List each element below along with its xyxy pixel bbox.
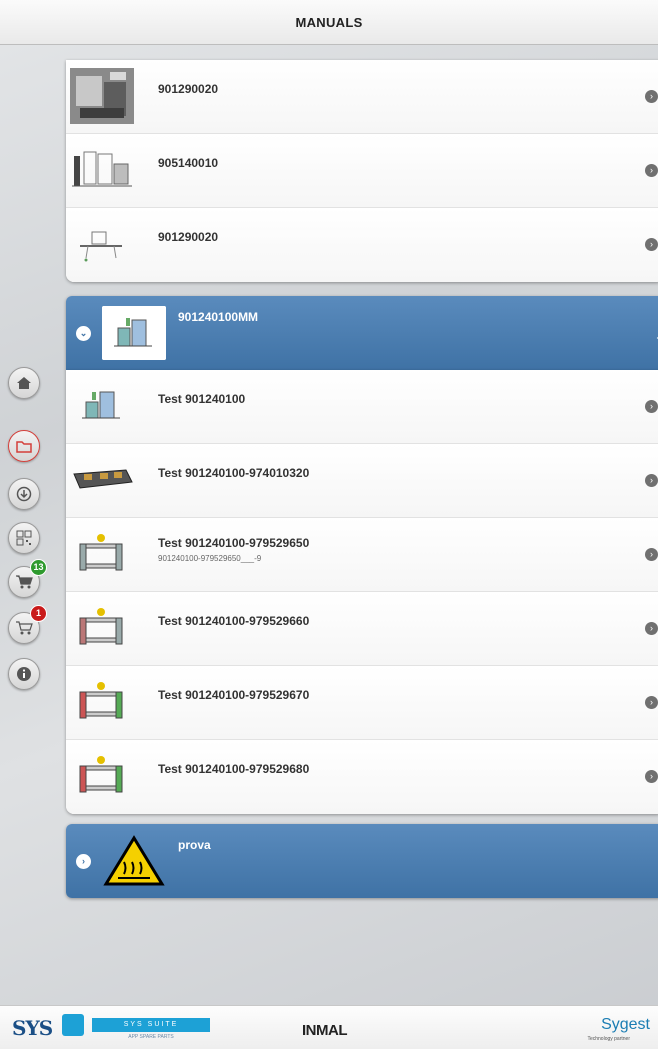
item-label: Test 901240100 xyxy=(158,392,246,406)
sys-suite-banner: SYS SUITE xyxy=(92,1018,210,1032)
qr-code-button[interactable] xyxy=(8,522,40,554)
item-label: Test 901240100-979529650 xyxy=(158,536,310,550)
machine-thumbnail xyxy=(80,231,122,262)
machine-thumbnail xyxy=(79,534,123,571)
list-item[interactable]: Test 901240100-979529650 901240100-97952… xyxy=(66,518,658,592)
chevron-right-icon[interactable]: › xyxy=(645,238,658,251)
list-item[interactable]: 905140010 › xyxy=(66,134,658,208)
inmal-logo: INMAL xyxy=(302,1022,348,1039)
info-icon xyxy=(17,667,31,681)
chevron-right-icon[interactable]: › xyxy=(645,400,658,413)
machine-thumbnail xyxy=(102,306,166,360)
item-label: 901290020 xyxy=(158,230,219,244)
machine-thumbnail xyxy=(73,469,133,489)
item-label: 905140010 xyxy=(158,156,219,170)
sys-logo: SYS xyxy=(12,1016,53,1040)
item-label: Test 901240100-979529670 xyxy=(158,688,310,702)
folder-icon xyxy=(16,441,32,453)
group-label: prova xyxy=(178,838,211,852)
top-bar: MANUALS xyxy=(0,0,658,45)
home-button[interactable] xyxy=(8,367,40,399)
list-item[interactable]: 901290020 › xyxy=(66,60,658,134)
machine-thumbnail xyxy=(79,682,123,719)
item-label: 901290020 xyxy=(158,82,219,96)
suite-app-icon xyxy=(62,1014,84,1036)
chevron-right-icon[interactable]: › xyxy=(645,696,658,709)
machine-thumbnail xyxy=(79,608,123,645)
machine-thumbnail xyxy=(70,68,134,124)
list-item[interactable]: 901290020 › xyxy=(66,208,658,282)
cart-outline-badge: 1 xyxy=(30,605,47,622)
chevron-right-icon[interactable]: › xyxy=(645,164,658,177)
chevron-down-icon[interactable]: ⌄ xyxy=(76,326,91,341)
list-item[interactable]: Test 901240100 › xyxy=(66,370,658,444)
machine-thumbnail xyxy=(79,756,123,793)
page-title: MANUALS xyxy=(295,14,363,30)
cart-icon xyxy=(16,575,33,589)
qr-code-icon xyxy=(16,530,32,546)
manuals-button[interactable] xyxy=(8,430,40,462)
chevron-right-icon[interactable]: › xyxy=(645,90,658,103)
sys-suite-subtitle: APP SPARE PARTS xyxy=(128,1034,174,1040)
manual-group-2: Test 901240100 › Test 901240100-97401032… xyxy=(66,370,658,814)
item-sublabel: 901240100-979529650___-9 xyxy=(158,554,262,563)
cart-outline-button[interactable]: 1 xyxy=(8,605,47,644)
group-header-prova[interactable]: › prova xyxy=(66,824,658,898)
cart-button[interactable]: 13 xyxy=(8,559,47,598)
machine-thumbnail xyxy=(82,391,120,419)
list-item[interactable]: Test 901240100-979529680 › xyxy=(66,740,658,814)
sygest-logo: Sygest xyxy=(601,1016,650,1033)
info-button[interactable] xyxy=(8,658,40,690)
chevron-right-icon[interactable]: › xyxy=(645,770,658,783)
machine-thumbnail xyxy=(72,151,132,187)
list-item[interactable]: Test 901240100-979529660 › xyxy=(66,592,658,666)
home-icon xyxy=(17,377,31,389)
item-label: Test 901240100-979529680 xyxy=(158,762,310,776)
hot-surface-warning-icon xyxy=(103,835,165,886)
download-icon xyxy=(16,486,32,502)
item-label: Test 901240100-974010320 xyxy=(158,466,310,480)
chevron-right-icon[interactable]: › xyxy=(645,622,658,635)
cart-count-badge: 13 xyxy=(30,559,47,576)
manual-group-1: 901290020 › 905140010 › 901290020 › xyxy=(66,60,658,282)
footer-bar: SYS SYS SUITE APP SPARE PARTS INMAL Syge… xyxy=(0,1005,658,1049)
list-item[interactable]: Test 901240100-979529670 › xyxy=(66,666,658,740)
chevron-right-icon[interactable]: › xyxy=(76,854,91,869)
cart-outline-icon xyxy=(16,621,33,635)
group-label: 901240100MM xyxy=(178,310,259,324)
sygest-subtitle: Technology partner xyxy=(587,1036,630,1042)
download-button[interactable] xyxy=(8,478,40,510)
chevron-right-icon[interactable]: › xyxy=(645,474,658,487)
group-header-901240100MM[interactable]: ⌄ 901240100MM xyxy=(66,296,658,370)
chevron-left-icon[interactable] xyxy=(654,330,658,346)
list-item[interactable]: Test 901240100-974010320 › xyxy=(66,444,658,518)
chevron-right-icon[interactable]: › xyxy=(645,548,658,561)
item-label: Test 901240100-979529660 xyxy=(158,614,310,628)
